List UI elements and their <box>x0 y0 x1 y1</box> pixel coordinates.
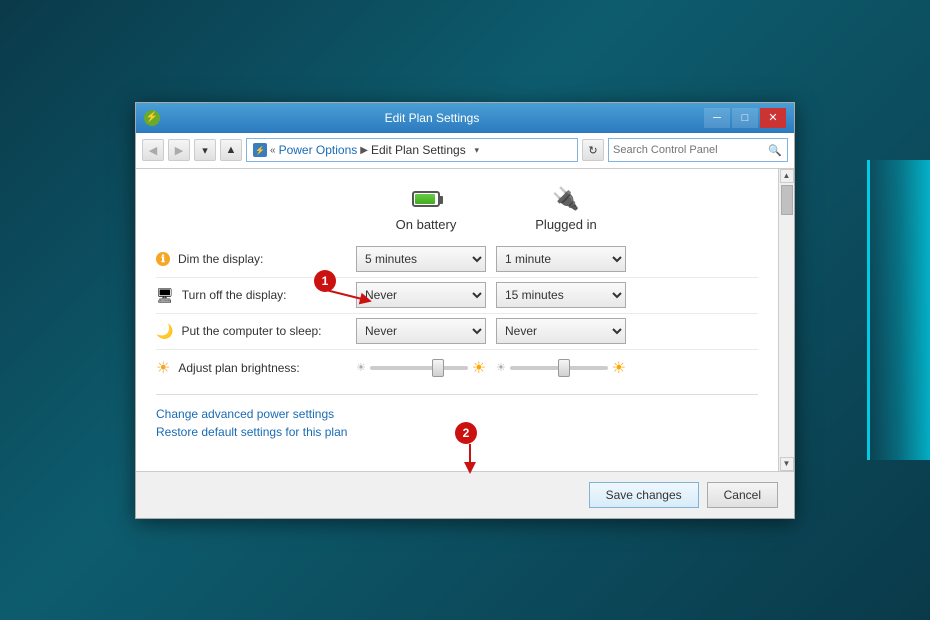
advanced-power-settings-link[interactable]: Change advanced power settings <box>156 407 758 421</box>
breadcrumb-current: Edit Plan Settings <box>371 143 466 157</box>
dim-display-icon: ℹ <box>156 252 170 266</box>
dim-display-plugged-select[interactable]: 1 minute Never 2 minutes 5 minutes 10 mi… <box>496 246 626 272</box>
turn-off-display-plugged-select[interactable]: 15 minutes Never 1 minute 2 minutes 5 mi… <box>496 282 626 308</box>
window-icon: ⚡ <box>144 110 160 126</box>
scroll-down-button[interactable]: ▼ <box>780 457 794 471</box>
brightness-label-cell: ☀ Adjust plan brightness: <box>156 358 356 378</box>
brightness-plugged-sun-small: ☀ <box>496 361 506 374</box>
cancel-button[interactable]: Cancel <box>707 482 778 508</box>
breadcrumb-dropdown-button[interactable]: ▾ <box>469 138 485 162</box>
turn-off-display-label: Turn off the display: <box>182 288 287 302</box>
scrollbar: ▲ ▼ <box>778 169 794 471</box>
brightness-plugged-thumb[interactable] <box>558 359 570 377</box>
column-headers: On battery 🔌 Plugged in <box>356 185 758 232</box>
sleep-plugged-select[interactable]: Never 1 minute 2 minutes 5 minutes 10 mi… <box>496 318 626 344</box>
back-button[interactable]: ◀ <box>142 139 164 161</box>
breadcrumb-bar: ⚡ « Power Options ▶ Edit Plan Settings ▾ <box>246 138 578 162</box>
dim-display-row: ℹ Dim the display: 5 minutes Never 1 min… <box>156 242 758 278</box>
forward-button[interactable]: ▶ <box>168 139 190 161</box>
plugged-in-column-header: 🔌 Plugged in <box>496 185 636 232</box>
turn-off-display-row: 🖥 Turn off the display: Never 1 minute 2… <box>156 278 758 314</box>
brightness-plugged-sun-large: ☀ <box>612 358 626 378</box>
turn-off-display-controls: Never 1 minute 2 minutes 5 minutes 10 mi… <box>356 282 758 308</box>
brightness-icon: ☀ <box>156 358 170 378</box>
plugged-in-label: Plugged in <box>535 217 596 232</box>
brightness-row: ☀ Adjust plan brightness: ☀ ☀ <box>156 350 758 386</box>
dropdown-button[interactable]: ▾ <box>194 139 216 161</box>
title-bar: ⚡ Edit Plan Settings ─ □ ✕ <box>136 103 794 133</box>
links-section: Change advanced power settings Restore d… <box>156 394 758 455</box>
breadcrumb-power-options[interactable]: Power Options <box>279 143 358 157</box>
window-title: Edit Plan Settings <box>160 111 704 125</box>
brightness-battery-sun-large: ☀ <box>472 358 486 378</box>
settings-grid: ℹ Dim the display: 5 minutes Never 1 min… <box>156 242 758 386</box>
minimize-button[interactable]: ─ <box>704 108 730 128</box>
on-battery-column-header: On battery <box>356 185 496 232</box>
close-button[interactable]: ✕ <box>760 108 786 128</box>
sleep-controls: Never 1 minute 2 minutes 5 minutes 10 mi… <box>356 318 758 344</box>
annotation-circle-2: 2 <box>455 422 477 444</box>
sleep-row: 🌙 Put the computer to sleep: Never 1 min… <box>156 314 758 350</box>
scroll-up-button[interactable]: ▲ <box>780 169 794 183</box>
brightness-controls: ☀ ☀ ☀ <box>356 358 758 378</box>
search-box: 🔍 <box>608 138 788 162</box>
bottom-bar: 2 Save changes Cancel <box>136 471 794 518</box>
on-battery-label: On battery <box>396 217 457 232</box>
brightness-battery-track[interactable] <box>370 366 468 370</box>
breadcrumb-separator: ▶ <box>360 145 368 156</box>
brightness-plugged-track[interactable] <box>510 366 608 370</box>
maximize-button[interactable]: □ <box>732 108 758 128</box>
save-changes-button[interactable]: Save changes <box>589 482 699 508</box>
scroll-thumb[interactable] <box>781 185 793 215</box>
sleep-label: Put the computer to sleep: <box>181 324 321 338</box>
sleep-battery-select[interactable]: Never 1 minute 2 minutes 5 minutes 10 mi… <box>356 318 486 344</box>
annotation-arrow-2 <box>460 442 500 474</box>
turn-off-display-icon: 🖥 <box>156 287 174 304</box>
dim-display-battery-select[interactable]: 5 minutes Never 1 minute 2 minutes 10 mi… <box>356 246 486 272</box>
title-bar-controls: ─ □ ✕ <box>704 108 786 128</box>
brightness-battery-thumb[interactable] <box>432 359 444 377</box>
search-input[interactable] <box>609 139 764 161</box>
refresh-button[interactable]: ↻ <box>582 139 604 161</box>
main-window: ⚡ Edit Plan Settings ─ □ ✕ ◀ ▶ ▾ ▲ ⚡ « P… <box>135 102 795 519</box>
brightness-battery-sun-small: ☀ <box>356 361 366 374</box>
sleep-icon: 🌙 <box>156 323 173 340</box>
sleep-label-cell: 🌙 Put the computer to sleep: <box>156 323 356 340</box>
up-button[interactable]: ▲ <box>220 139 242 161</box>
breadcrumb-icon: ⚡ <box>253 143 267 157</box>
address-bar: ◀ ▶ ▾ ▲ ⚡ « Power Options ▶ Edit Plan Se… <box>136 133 794 169</box>
brightness-battery-slider-group: ☀ ☀ <box>356 358 486 378</box>
brightness-plugged-slider-group: ☀ ☀ <box>496 358 626 378</box>
dim-display-label: Dim the display: <box>178 252 263 266</box>
dim-display-controls: 5 minutes Never 1 minute 2 minutes 10 mi… <box>356 246 758 272</box>
dim-display-label-cell: ℹ Dim the display: <box>156 252 356 266</box>
brightness-label: Adjust plan brightness: <box>178 361 299 375</box>
search-icon-button[interactable]: 🔍 <box>764 139 786 161</box>
annotation-arrow-1 <box>311 280 381 310</box>
